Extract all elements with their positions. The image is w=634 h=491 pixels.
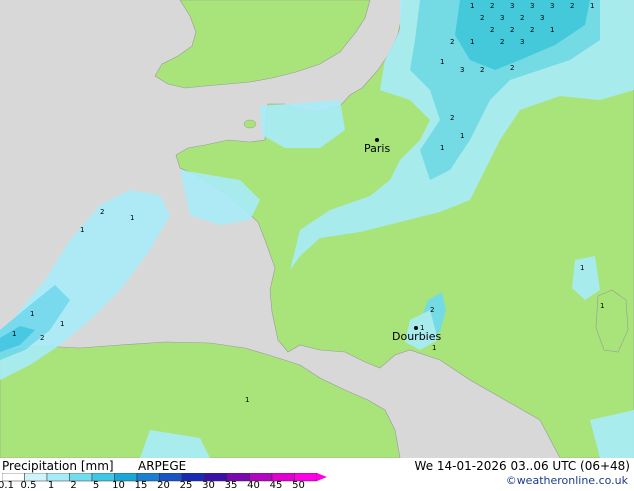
svg-text:2: 2: [100, 208, 104, 216]
svg-text:2: 2: [500, 38, 504, 46]
scale-label: 0.5: [20, 480, 37, 491]
dourbies-label: Dourbies: [392, 330, 442, 343]
svg-text:1: 1: [460, 132, 464, 140]
svg-text:1: 1: [470, 2, 474, 10]
svg-text:3: 3: [530, 2, 534, 10]
svg-text:3: 3: [540, 14, 544, 22]
svg-text:1: 1: [30, 310, 34, 318]
svg-text:2: 2: [570, 2, 574, 10]
svg-text:1: 1: [130, 214, 134, 222]
svg-text:3: 3: [550, 2, 554, 10]
precipitation-map: 1233 321 2323 2221 2123 13 2 2 211 11 21 21…: [0, 0, 634, 458]
svg-text:1: 1: [80, 226, 84, 234]
svg-text:2: 2: [480, 14, 484, 22]
scale-label: 1: [47, 480, 55, 491]
svg-text:3: 3: [510, 2, 514, 10]
svg-text:3: 3: [520, 38, 524, 46]
svg-text:1: 1: [440, 144, 444, 152]
scale-label: 45: [269, 480, 283, 491]
svg-text:3: 3: [460, 66, 464, 74]
svg-text:1: 1: [12, 330, 16, 338]
svg-text:2: 2: [510, 64, 514, 72]
svg-text:1: 1: [600, 302, 604, 310]
svg-text:1: 1: [432, 344, 436, 352]
legend-title: Precipitation [mm]: [2, 459, 114, 473]
svg-text:1: 1: [60, 320, 64, 328]
svg-text:1: 1: [580, 264, 584, 272]
svg-text:2: 2: [450, 38, 454, 46]
svg-text:1: 1: [550, 26, 554, 34]
svg-text:3: 3: [500, 14, 504, 22]
svg-text:2: 2: [530, 26, 534, 34]
scale-label: 25: [179, 480, 193, 491]
scale-arrow: [317, 473, 327, 481]
svg-text:2: 2: [520, 14, 524, 22]
land-island: [243, 119, 257, 129]
legend-footer: Precipitation [mm] ARPEGE We 14-01-2026 …: [0, 458, 634, 491]
scale-label: 40: [247, 480, 260, 491]
scale-label: 30: [202, 480, 215, 491]
svg-text:1: 1: [245, 396, 249, 404]
scale-label: 0.1: [0, 480, 14, 491]
scale-label: 50: [292, 480, 305, 491]
svg-text:2: 2: [430, 306, 434, 314]
scale-label: 2: [70, 480, 77, 491]
svg-text:2: 2: [510, 26, 514, 34]
svg-text:1: 1: [590, 2, 594, 10]
valid-time: We 14-01-2026 03..06 UTC (06+48): [414, 459, 630, 473]
credit-text: ©weatheronline.co.uk: [505, 474, 628, 487]
svg-text:1: 1: [440, 58, 444, 66]
scale-label: 5: [92, 480, 100, 491]
paris-label: Paris: [364, 142, 390, 155]
svg-text:2: 2: [480, 66, 484, 74]
svg-text:2: 2: [40, 334, 44, 342]
scale-label: 20: [157, 480, 170, 491]
scale-label: 35: [224, 480, 238, 491]
svg-text:2: 2: [450, 114, 454, 122]
svg-text:2: 2: [490, 2, 494, 10]
svg-text:1: 1: [470, 38, 474, 46]
scale-label: 10: [112, 480, 125, 491]
model-name: ARPEGE: [138, 459, 187, 473]
svg-text:2: 2: [490, 26, 494, 34]
scale-label: 15: [134, 480, 148, 491]
